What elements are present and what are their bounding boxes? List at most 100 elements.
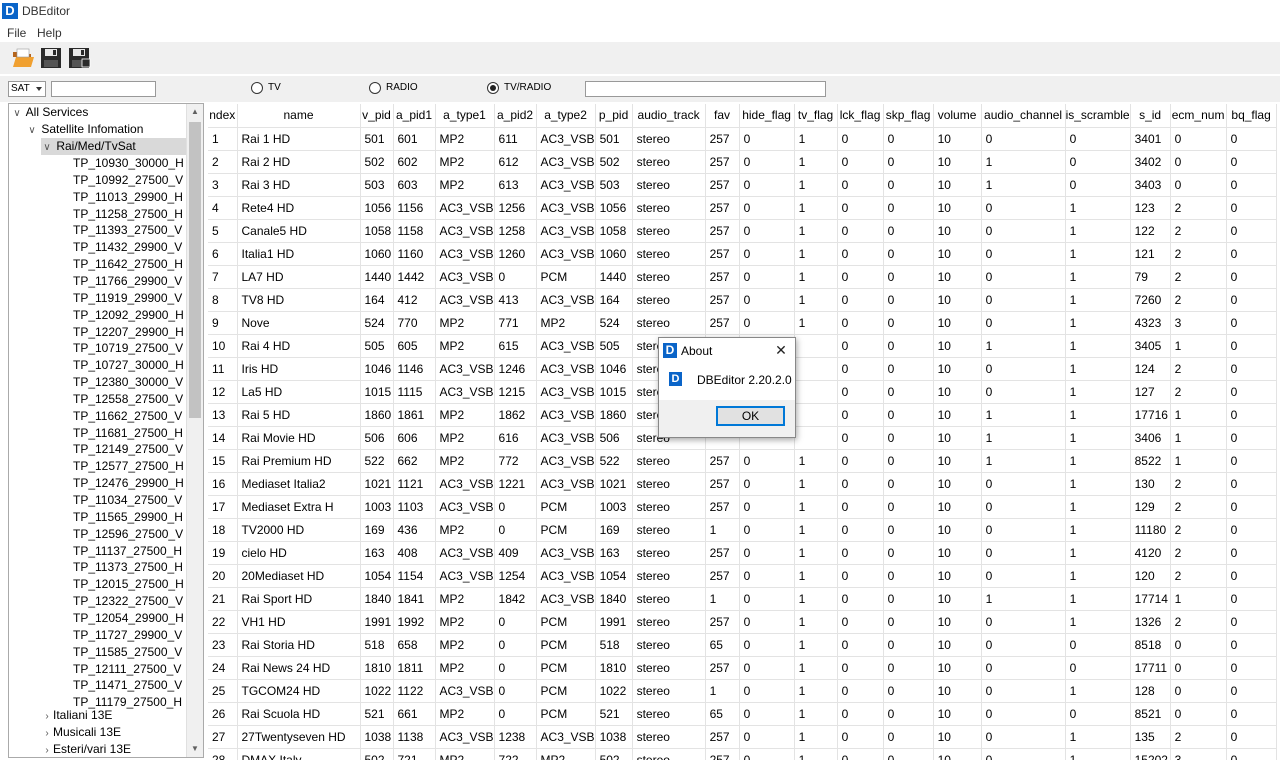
table-cell-a-pid2[interactable]: 1254 bbox=[494, 564, 537, 588]
table-cell-a-type1[interactable]: MP2 bbox=[435, 518, 495, 542]
tree-item-transponder[interactable]: TP_12380_30000_V bbox=[73, 374, 183, 391]
table-cell-p-pid[interactable]: 503 bbox=[595, 173, 633, 197]
table-cell-ndex[interactable]: 28 bbox=[208, 748, 238, 760]
table-cell-audio-track[interactable]: stereo bbox=[632, 127, 706, 151]
table-row[interactable]: 28 DMAX Italy 502 721 MP2 722 MP2 502 stereo 257 0… bbox=[208, 748, 1277, 760]
table-cell-a-pid2[interactable]: 772 bbox=[494, 449, 537, 473]
table-cell-skp-flag[interactable]: 0 bbox=[883, 725, 934, 749]
tree-item-transponder[interactable]: TP_11432_29900_V bbox=[73, 239, 182, 256]
table-cell-ndex[interactable]: 23 bbox=[208, 633, 238, 657]
floppy-save-icon[interactable] bbox=[39, 46, 63, 70]
table-cell-a-type1[interactable]: MP2 bbox=[435, 656, 495, 680]
table-cell-lck-flag[interactable]: 0 bbox=[837, 242, 884, 266]
column-header-v-pid[interactable]: v_pid bbox=[360, 104, 394, 128]
table-cell-volume[interactable]: 10 bbox=[933, 495, 982, 519]
close-icon[interactable]: ✕ bbox=[772, 341, 790, 359]
table-cell-a-pid1[interactable]: 1841 bbox=[393, 587, 436, 611]
table-cell-hide-flag[interactable]: 0 bbox=[739, 242, 795, 266]
table-cell-skp-flag[interactable]: 0 bbox=[883, 610, 934, 634]
table-cell-is-scramble[interactable]: 1 bbox=[1065, 196, 1131, 220]
table-cell-ndex[interactable]: 6 bbox=[208, 242, 238, 266]
table-cell-skp-flag[interactable]: 0 bbox=[883, 587, 934, 611]
table-cell-a-pid1[interactable]: 1122 bbox=[393, 679, 436, 703]
table-cell-tv-flag[interactable]: 1 bbox=[794, 725, 838, 749]
table-cell-lck-flag[interactable]: 0 bbox=[837, 357, 884, 381]
table-cell-lck-flag[interactable]: 0 bbox=[837, 311, 884, 335]
table-cell-tv-flag[interactable]: 1 bbox=[794, 196, 838, 220]
table-cell-skp-flag[interactable]: 0 bbox=[883, 334, 934, 358]
tree-item-transponder[interactable]: TP_10930_30000_H bbox=[73, 155, 184, 172]
table-cell-hide-flag[interactable]: 0 bbox=[739, 311, 795, 335]
table-row[interactable]: 19 cielo HD 163 408 AC3_VSB 409 AC3_VSB 163 ster… bbox=[208, 541, 1277, 565]
table-cell-volume[interactable]: 10 bbox=[933, 403, 982, 427]
table-cell-v-pid[interactable]: 1022 bbox=[360, 679, 394, 703]
table-cell-name[interactable]: Iris HD bbox=[237, 357, 361, 381]
table-cell-a-type2[interactable]: AC3_VSB bbox=[536, 196, 596, 220]
table-cell-hide-flag[interactable]: 0 bbox=[739, 150, 795, 174]
tree-item-transponder[interactable]: TP_11766_29900_V bbox=[73, 273, 182, 290]
table-cell-a-pid1[interactable]: 1861 bbox=[393, 403, 436, 427]
table-cell-volume[interactable]: 10 bbox=[933, 265, 982, 289]
table-cell-name[interactable]: La5 HD bbox=[237, 380, 361, 404]
table-cell-v-pid[interactable]: 1810 bbox=[360, 656, 394, 680]
table-cell-is-scramble[interactable]: 1 bbox=[1065, 380, 1131, 404]
table-cell-hide-flag[interactable]: 0 bbox=[739, 679, 795, 703]
table-cell-audio-channel[interactable]: 0 bbox=[981, 265, 1066, 289]
table-cell-s-id[interactable]: 17714 bbox=[1130, 587, 1171, 611]
table-cell-lck-flag[interactable]: 0 bbox=[837, 403, 884, 427]
table-cell-tv-flag[interactable]: 1 bbox=[794, 449, 838, 473]
table-cell-audio-channel[interactable]: 0 bbox=[981, 495, 1066, 519]
table-cell-v-pid[interactable]: 521 bbox=[360, 702, 394, 726]
table-cell-bq-flag[interactable]: 0 bbox=[1226, 127, 1277, 151]
table-cell-ecm-num[interactable]: 1 bbox=[1170, 403, 1227, 427]
table-cell-a-type2[interactable]: MP2 bbox=[536, 311, 596, 335]
table-cell-name[interactable]: Rai News 24 HD bbox=[237, 656, 361, 680]
table-cell-p-pid[interactable]: 1054 bbox=[595, 564, 633, 588]
table-cell-bq-flag[interactable]: 0 bbox=[1226, 242, 1277, 266]
table-cell-skp-flag[interactable]: 0 bbox=[883, 403, 934, 427]
table-cell-lck-flag[interactable]: 0 bbox=[837, 702, 884, 726]
table-cell-p-pid[interactable]: 501 bbox=[595, 127, 633, 151]
table-cell-ecm-num[interactable]: 0 bbox=[1170, 656, 1227, 680]
table-cell-is-scramble[interactable]: 1 bbox=[1065, 472, 1131, 496]
table-cell-v-pid[interactable]: 1038 bbox=[360, 725, 394, 749]
column-header-is-scramble[interactable]: is_scramble bbox=[1065, 104, 1131, 128]
table-cell-bq-flag[interactable]: 0 bbox=[1226, 679, 1277, 703]
table-cell-a-type2[interactable]: AC3_VSB bbox=[536, 357, 596, 381]
table-cell-ndex[interactable]: 27 bbox=[208, 725, 238, 749]
tree-node-selected-satellite[interactable]: ∨ Rai/Med/TvSat bbox=[41, 138, 187, 155]
table-cell-tv-flag[interactable] bbox=[794, 380, 838, 404]
table-cell-s-id[interactable]: 3402 bbox=[1130, 150, 1171, 174]
table-cell-name[interactable]: 20Mediaset HD bbox=[237, 564, 361, 588]
table-cell-audio-track[interactable]: stereo bbox=[632, 472, 706, 496]
table-cell-tv-flag[interactable]: 1 bbox=[794, 472, 838, 496]
table-cell-skp-flag[interactable]: 0 bbox=[883, 518, 934, 542]
table-cell-s-id[interactable]: 4323 bbox=[1130, 311, 1171, 335]
column-header-s-id[interactable]: s_id bbox=[1130, 104, 1171, 128]
table-cell-a-pid1[interactable]: 721 bbox=[393, 748, 436, 760]
table-row[interactable]: 26 Rai Scuola HD 521 661 MP2 0 PCM 521 stereo 65 0… bbox=[208, 702, 1277, 726]
table-cell-ndex[interactable]: 12 bbox=[208, 380, 238, 404]
table-cell-hide-flag[interactable]: 0 bbox=[739, 725, 795, 749]
table-cell-audio-channel[interactable]: 0 bbox=[981, 679, 1066, 703]
table-cell-ndex[interactable]: 13 bbox=[208, 403, 238, 427]
table-cell-s-id[interactable]: 123 bbox=[1130, 196, 1171, 220]
table-cell-tv-flag[interactable]: 1 bbox=[794, 679, 838, 703]
table-cell-lck-flag[interactable]: 0 bbox=[837, 127, 884, 151]
table-cell-a-type1[interactable]: AC3_VSB bbox=[435, 564, 495, 588]
table-cell-ecm-num[interactable]: 2 bbox=[1170, 518, 1227, 542]
tree-item-transponder[interactable]: TP_12054_29900_H bbox=[73, 610, 184, 627]
table-cell-a-pid1[interactable]: 602 bbox=[393, 150, 436, 174]
table-cell-p-pid[interactable]: 502 bbox=[595, 748, 633, 760]
table-cell-a-pid2[interactable]: 0 bbox=[494, 518, 537, 542]
table-cell-a-type2[interactable]: AC3_VSB bbox=[536, 541, 596, 565]
satellite-type-select[interactable]: SAT bbox=[8, 81, 46, 97]
table-cell-audio-track[interactable]: stereo bbox=[632, 748, 706, 760]
column-header-tv-flag[interactable]: tv_flag bbox=[794, 104, 838, 128]
table-cell-tv-flag[interactable]: 1 bbox=[794, 518, 838, 542]
table-cell-v-pid[interactable]: 1840 bbox=[360, 587, 394, 611]
table-cell-a-type2[interactable]: PCM bbox=[536, 265, 596, 289]
table-cell-p-pid[interactable]: 1015 bbox=[595, 380, 633, 404]
table-cell-audio-channel[interactable]: 0 bbox=[981, 357, 1066, 381]
table-cell-a-type1[interactable]: MP2 bbox=[435, 334, 495, 358]
